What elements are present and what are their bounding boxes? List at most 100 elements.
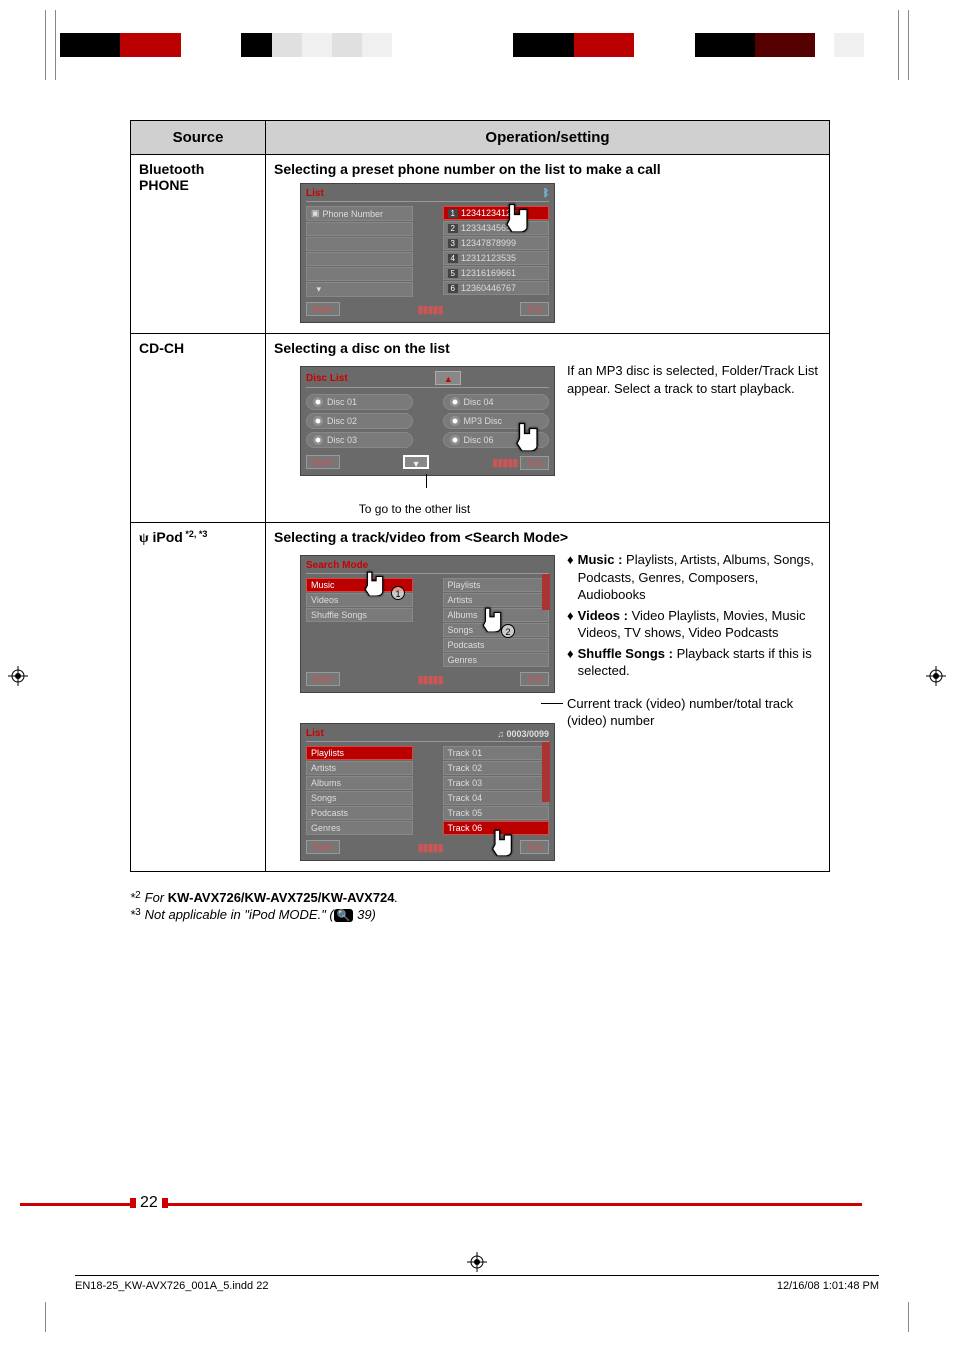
track-item[interactable]: Track 02	[443, 761, 550, 775]
page-up-button[interactable]: ▲	[435, 371, 461, 385]
screen-title: List	[306, 728, 324, 739]
disc-list-item[interactable]: Disc 04	[443, 394, 550, 410]
disc-list-item[interactable]: Disc 02	[306, 413, 413, 429]
magnifier-icon: 🔍	[334, 909, 354, 922]
battery-bars-icon: ▮▮▮▮▮	[417, 673, 442, 686]
footnotes: *2 For KW-AVX726/KW-AVX725/KW-AVX724. *3…	[130, 890, 830, 922]
track-item[interactable]: Track 05	[443, 806, 550, 820]
disc-icon	[450, 397, 460, 407]
disc-list-item[interactable]: Disc 03	[306, 432, 413, 448]
phone-list-item[interactable]: 212334345656	[443, 221, 550, 235]
list-blank-row	[306, 252, 413, 266]
color-registration-bar	[0, 30, 954, 60]
back-button[interactable]: Back	[306, 672, 340, 686]
list-blank-row	[306, 267, 413, 281]
bullet-music: ♦ Music : Playlists, Artists, Albums, So…	[567, 551, 821, 604]
search-mode-item[interactable]: Podcasts	[443, 638, 550, 652]
exit-button[interactable]: Exit	[520, 456, 549, 470]
battery-bars-icon: ▮▮▮▮▮	[417, 841, 442, 854]
battery-bars-icon: ▮▮▮▮▮	[492, 457, 517, 469]
registration-mark-icon	[467, 1252, 487, 1272]
track-list-screen: List ♫ 0003/0099 Playlists Artists Album…	[300, 723, 555, 861]
track-item[interactable]: Track 01	[443, 746, 550, 760]
callout-circle-1: 1	[391, 586, 405, 600]
exit-button[interactable]: Exit	[520, 840, 549, 854]
disc-icon	[313, 397, 323, 407]
other-list-caption: To go to the other list	[274, 502, 555, 516]
mp3-note: If an MP3 disc is selected, Folder/Track…	[567, 362, 821, 397]
exit-button[interactable]: Exit	[520, 672, 549, 686]
back-button[interactable]: Back	[306, 840, 340, 854]
disc-icon	[313, 416, 323, 426]
cdch-heading: Selecting a disc on the list	[274, 340, 821, 356]
disc-list-item[interactable]: Disc 01	[306, 394, 413, 410]
screen-title: List	[306, 188, 324, 199]
disc-icon	[450, 416, 460, 426]
ipod-heading: Selecting a track/video from <Search Mod…	[274, 529, 821, 545]
phone-list-item[interactable]: 612360446767	[443, 281, 550, 295]
psi-icon: ψ	[139, 531, 149, 546]
search-mode-item[interactable]: Genres	[443, 653, 550, 667]
category-item[interactable]: Genres	[306, 821, 413, 835]
phone-list-item[interactable]: 312347878999	[443, 236, 550, 250]
exit-button[interactable]: Exit	[520, 302, 549, 316]
counter-note: Current track (video) number/total track…	[567, 695, 821, 730]
category-item[interactable]: Albums	[306, 776, 413, 790]
search-mode-screen: Search Mode Music Videos Shuffle Songs P…	[300, 555, 555, 693]
registration-mark-icon	[8, 666, 28, 686]
search-mode-item[interactable]: Shuffle Songs	[306, 608, 413, 622]
search-mode-item[interactable]: Artists	[443, 593, 550, 607]
category-item[interactable]: Songs	[306, 791, 413, 805]
phone-list-item[interactable]: 512316169661	[443, 266, 550, 280]
screen-title: Search Mode	[306, 560, 368, 571]
category-item[interactable]: Playlists	[306, 746, 413, 760]
bullet-shuffle: ♦ Shuffle Songs : Playback starts if thi…	[567, 645, 821, 680]
operation-table: Source Operation/setting Bluetooth PHONE…	[130, 120, 830, 872]
list-blank-row: ▾	[306, 282, 413, 297]
scrollbar-indicator	[542, 742, 550, 802]
bottom-crop-marks	[0, 1302, 954, 1332]
phone-list-item[interactable]: 112341234123	[443, 206, 550, 220]
scrollbar-indicator	[542, 574, 550, 610]
list-blank-row	[306, 222, 413, 236]
screen-title: Disc List	[306, 373, 348, 384]
bt-list-screen: List ᛒ ▣ Phone Number	[300, 183, 555, 323]
page-down-button[interactable]: ▼	[403, 455, 429, 469]
touch-cursor-icon	[488, 828, 512, 852]
category-item[interactable]: Artists	[306, 761, 413, 775]
phone-number-label: ▣ Phone Number	[306, 206, 413, 221]
down-arrow-icon: ▾	[317, 284, 322, 295]
registration-mark-icon	[926, 666, 946, 686]
source-cd-ch: CD-CH	[131, 334, 266, 523]
disc-list-screen: Disc List ▲ Disc 01 Disc 02 Disc 03	[300, 366, 555, 476]
category-item[interactable]: Podcasts	[306, 806, 413, 820]
up-arrow-icon: ▣	[311, 208, 320, 219]
footer-filename: EN18-25_KW-AVX726_001A_5.indd 22	[75, 1280, 268, 1292]
touch-cursor-icon	[479, 606, 503, 630]
page-number: 22	[140, 1194, 158, 1212]
touch-cursor-icon	[361, 570, 385, 594]
source-bluetooth-phone: Bluetooth PHONE	[131, 155, 266, 334]
page-content: Source Operation/setting Bluetooth PHONE…	[130, 120, 830, 924]
bluetooth-icon: ᛒ	[543, 188, 549, 199]
disc-icon	[450, 435, 460, 445]
list-blank-row	[306, 237, 413, 251]
phone-list-item[interactable]: 412312123535	[443, 251, 550, 265]
touch-cursor-icon	[512, 421, 536, 445]
back-button[interactable]: Back	[306, 455, 340, 469]
disc-icon	[313, 435, 323, 445]
footer-timestamp: 12/16/08 1:01:48 PM	[777, 1280, 879, 1292]
indd-footer: EN18-25_KW-AVX726_001A_5.indd 22 12/16/0…	[75, 1275, 879, 1292]
battery-bars-icon: ▮▮▮▮▮	[417, 303, 442, 316]
note-icon: ♫	[497, 729, 504, 739]
track-item[interactable]: Track 03	[443, 776, 550, 790]
bullet-videos: ♦ Videos : Video Playlists, Movies, Musi…	[567, 607, 821, 642]
col-header-operation: Operation/setting	[266, 121, 830, 155]
source-ipod: ψ iPod *2, *3	[131, 523, 266, 872]
search-mode-item[interactable]: Playlists	[443, 578, 550, 592]
back-button[interactable]: Back	[306, 302, 340, 316]
col-header-source: Source	[131, 121, 266, 155]
track-item[interactable]: Track 04	[443, 791, 550, 805]
bt-heading: Selecting a preset phone number on the l…	[274, 161, 821, 177]
touch-cursor-icon	[502, 202, 526, 226]
